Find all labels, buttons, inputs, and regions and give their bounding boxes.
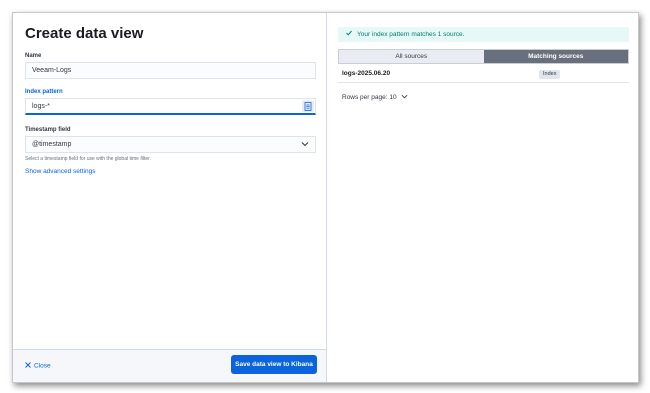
close-button-label: Close: [34, 362, 51, 370]
flyout-footer: Close Save data view to Kibana: [13, 349, 326, 382]
save-data-view-button[interactable]: Save data view to Kibana: [231, 355, 317, 374]
source-name: logs-2025.06.20: [342, 70, 391, 77]
chevron-down-icon: [401, 94, 408, 99]
timestamp-field-value: @timestamp: [32, 141, 72, 148]
timestamp-help-text: Select a timestamp field for use with th…: [25, 156, 151, 162]
form-panel: Create data view Name Veeam-Logs Index p…: [13, 13, 327, 382]
index-pattern-label: Index pattern: [25, 89, 63, 95]
table-row: logs-2025.06.20 Index: [338, 67, 629, 83]
check-icon: [346, 30, 352, 36]
rows-per-page-label: Rows per page: 10: [342, 94, 397, 101]
create-data-view-flyout: Create data view Name Veeam-Logs Index p…: [12, 12, 639, 383]
tab-all-sources[interactable]: All sources: [339, 50, 484, 63]
source-type-badge: Index: [539, 70, 561, 79]
close-icon: [25, 362, 31, 368]
name-label: Name: [25, 53, 42, 59]
page-title: Create data view: [25, 25, 144, 42]
results-panel: Your index pattern matches 1 source. All…: [327, 13, 638, 382]
timestamp-field-label: Timestamp field: [25, 127, 71, 133]
rows-per-page-control[interactable]: Rows per page: 10: [342, 93, 408, 101]
success-callout: Your index pattern matches 1 source.: [338, 27, 629, 42]
name-field[interactable]: Veeam-Logs: [25, 62, 316, 79]
success-message: Your index pattern matches 1 source.: [357, 31, 465, 38]
tab-matching-sources[interactable]: Matching sources: [483, 50, 628, 63]
timestamp-field-select[interactable]: @timestamp: [25, 136, 316, 153]
sources-tabs: All sources Matching sources: [338, 49, 629, 64]
show-advanced-settings-link[interactable]: Show advanced settings: [25, 168, 95, 175]
chevron-down-icon: [301, 142, 309, 147]
list-icon[interactable]: [302, 100, 314, 112]
index-pattern-field[interactable]: logs-*: [25, 98, 316, 115]
close-button[interactable]: Close: [25, 362, 51, 370]
index-pattern-value: logs-*: [32, 103, 50, 110]
